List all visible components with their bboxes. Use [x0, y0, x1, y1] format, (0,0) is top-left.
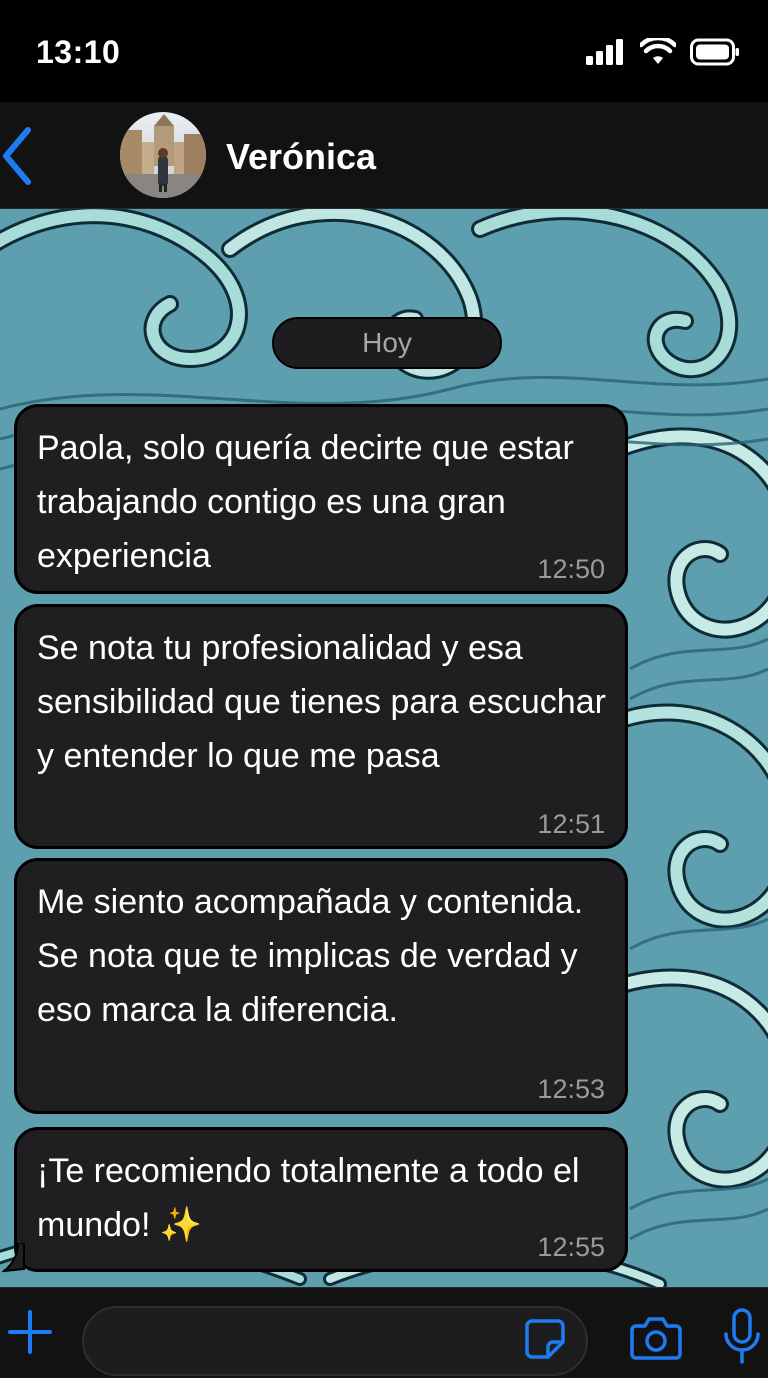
message-bubble[interactable]: Se nota tu profesionalidad y esa sensibi…: [14, 604, 628, 849]
message-input[interactable]: [82, 1306, 588, 1376]
message-text: Me siento acompañada y contenida. Se not…: [37, 883, 584, 1029]
chat-area: Hoy Paola, solo quería decirte que estar…: [0, 209, 768, 1287]
input-bar: [0, 1287, 768, 1378]
message-text: Paola, solo quería decirte que estar tra…: [37, 429, 574, 575]
chat-header: Verónica: [0, 102, 768, 209]
contact-name[interactable]: Verónica: [226, 136, 376, 178]
bubble-tail: [2, 1243, 25, 1273]
message-time: 12:53: [537, 1074, 605, 1104]
avatar[interactable]: [120, 112, 206, 198]
microphone-icon[interactable]: [722, 1308, 762, 1366]
status-icons: [586, 38, 740, 66]
camera-icon[interactable]: [630, 1316, 682, 1360]
cellular-signal-icon: [586, 39, 623, 65]
chevron-left-icon[interactable]: [0, 124, 40, 188]
message-time: 12:51: [537, 809, 605, 839]
wifi-icon: [640, 38, 676, 64]
plus-icon[interactable]: [8, 1310, 52, 1354]
message-text: ¡Te recomiendo totalmente a todo el mund…: [37, 1152, 580, 1244]
message-bubble[interactable]: Paola, solo quería decirte que estar tra…: [14, 404, 628, 594]
message-time: 12:55: [537, 1232, 605, 1262]
battery-icon: [690, 38, 739, 66]
message-text: Se nota tu profesionalidad y esa sensibi…: [37, 629, 606, 775]
message-bubble[interactable]: Me siento acompañada y contenida. Se not…: [14, 858, 628, 1114]
sticker-icon[interactable]: [524, 1318, 566, 1360]
status-bar: 13:10: [0, 0, 768, 102]
message-time: 12:50: [537, 554, 605, 584]
status-time: 13:10: [36, 34, 121, 70]
date-separator: Hoy: [272, 317, 502, 369]
message-bubble[interactable]: ¡Te recomiendo totalmente a todo el mund…: [14, 1127, 628, 1272]
